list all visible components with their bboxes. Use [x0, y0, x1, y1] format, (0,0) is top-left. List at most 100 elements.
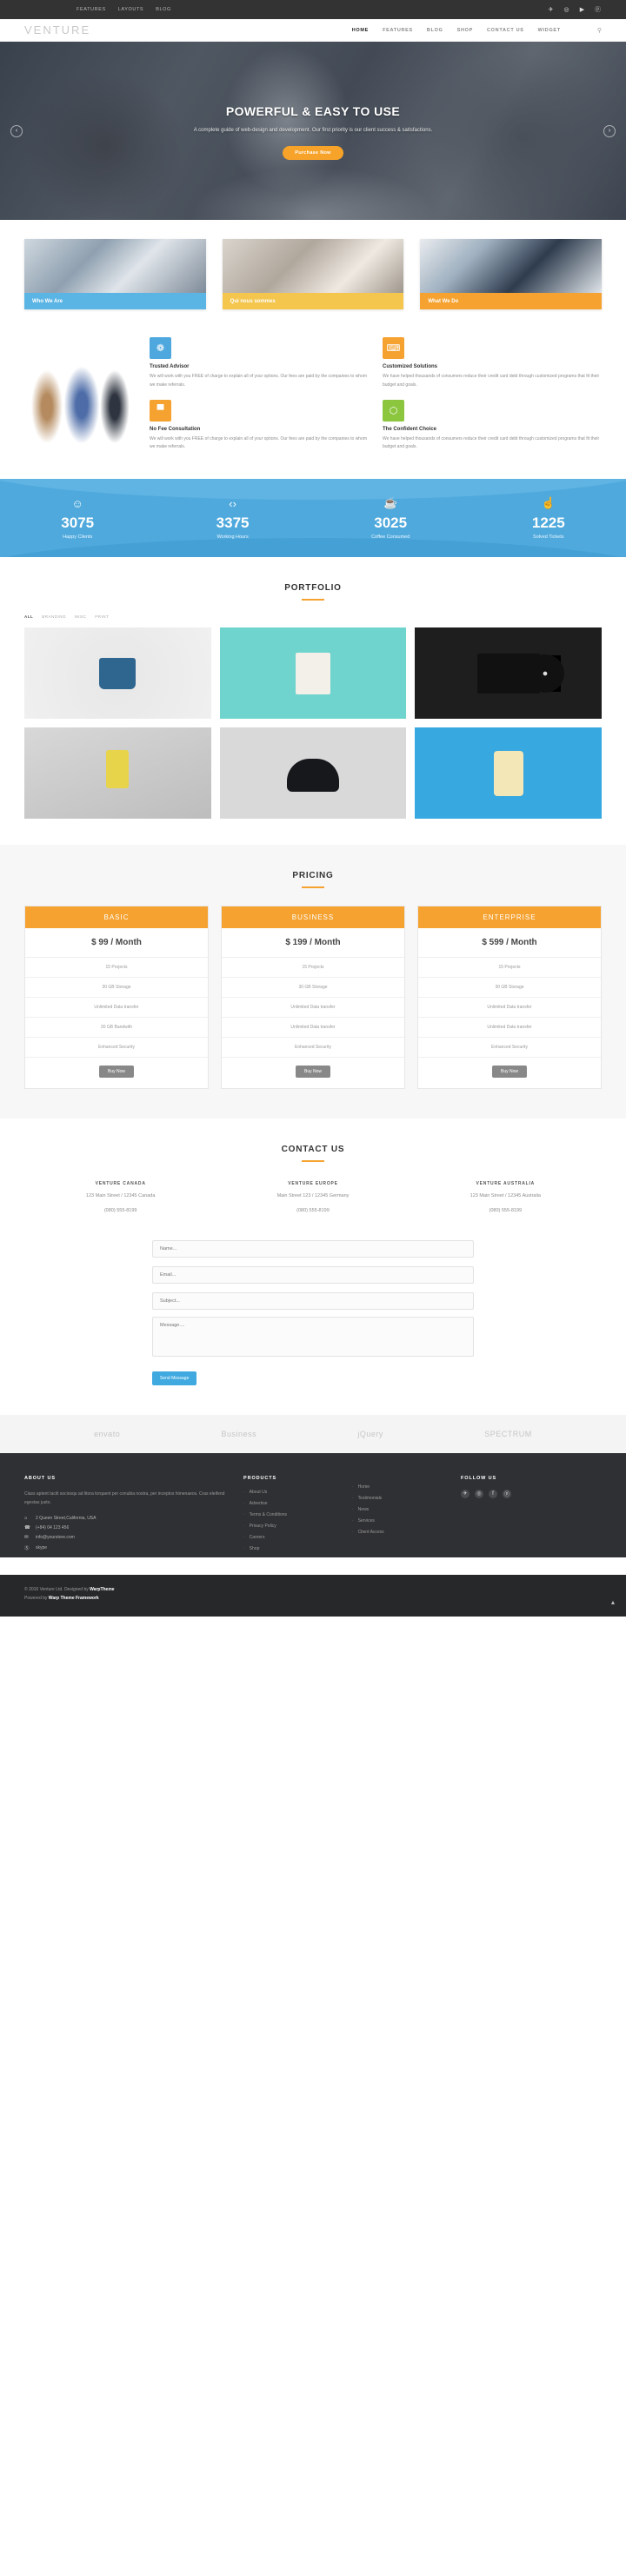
portfolio-item-snapback-cap[interactable] [219, 727, 407, 819]
instagram-icon[interactable]: ◎ [475, 1489, 483, 1498]
buy-now-button[interactable]: Buy Now [491, 1066, 527, 1078]
search-icon[interactable]: ⚲ [597, 27, 602, 34]
card-who-we-are[interactable]: Who We Are [24, 239, 206, 309]
portfolio-item-enamel-mug[interactable] [24, 627, 211, 719]
footer-link-terms[interactable]: Terms & Conditions [243, 1512, 335, 1517]
feature-title: The Confident Choice [383, 426, 436, 432]
footer-link-careers[interactable]: Careers [243, 1535, 335, 1540]
filter-print[interactable]: PRINT [95, 614, 109, 619]
feature-title: Trusted Advisor [150, 364, 190, 369]
filter-all[interactable]: ALL [24, 614, 33, 619]
card-image [222, 239, 404, 293]
email-input[interactable] [152, 1265, 474, 1284]
feature-no-fee-consultation: ▀ No Fee Consultation We will work with … [150, 399, 369, 455]
footer-link-shop[interactable]: Shop [243, 1546, 335, 1551]
top-link-blog[interactable]: BLOG [156, 7, 171, 12]
plan-price: $ 199 / Month [222, 928, 404, 958]
footer-link-advertise[interactable]: Advertise [243, 1501, 335, 1506]
footer-link-testimonials[interactable]: Testimonials [352, 1496, 443, 1501]
plan-name: BUSINESS [222, 906, 404, 928]
warptheme-link[interactable]: WarpTheme [90, 1587, 114, 1592]
filter-misc[interactable]: MISC [75, 614, 86, 619]
powered-prefix: Powered by [24, 1595, 49, 1601]
buy-now-button[interactable]: Buy Now [295, 1066, 330, 1078]
instagram-icon[interactable]: ◎ [563, 6, 570, 14]
footer-link-services[interactable]: Services [352, 1518, 443, 1524]
purchase-now-button[interactable]: Purchase Now [283, 146, 343, 161]
target-icon: ❁ [150, 337, 171, 359]
footer-phone: (+84) 04 123 456 [36, 1524, 70, 1530]
nav-item-home[interactable]: HOME [352, 28, 369, 33]
top-link-layouts[interactable]: LAYOUTS [118, 7, 143, 12]
plan-feature: Enhanced Security [25, 1038, 208, 1058]
chat-icon: ⌨ [383, 337, 404, 359]
twitter-icon[interactable]: ✈ [461, 1489, 470, 1498]
card-caption: Who We Are [24, 293, 206, 309]
nav-item-widget[interactable]: WIDGET [538, 28, 561, 33]
footer-products: PRODUCTS About Us Advertise Terms & Cond… [243, 1476, 335, 1557]
skype-icon: Ⓢ [24, 1545, 30, 1551]
facebook-icon[interactable]: f [489, 1489, 497, 1498]
filter-branding[interactable]: BRANDING [42, 614, 66, 619]
counter-coffee-consumed: ☕ 3025 Coffee Consumed [371, 496, 410, 540]
nav-item-contact-us[interactable]: CONTACT US [487, 28, 524, 33]
footer-skype-row[interactable]: Ⓢ skype [24, 1544, 226, 1551]
plan-feature: Unlimited Data transfer [418, 998, 601, 1018]
footer-link-privacy-policy[interactable]: Privacy Policy [243, 1524, 335, 1529]
footer-link-about-us[interactable]: About Us [243, 1490, 335, 1495]
feature-trusted-advisor: ❁ Trusted Advisor We will work with you … [150, 337, 369, 393]
name-input[interactable] [152, 1239, 474, 1258]
message-textarea[interactable] [152, 1316, 474, 1357]
office-venture-europe: VENTURE EUROPE Main Street 123 / 12345 G… [216, 1181, 409, 1216]
footer-link-home[interactable]: Home [352, 1484, 443, 1490]
warp-framework-link[interactable]: Warp Theme Framework [49, 1596, 99, 1601]
pricing-plans: BASIC $ 99 / Month 15 Projects 30 GB Sto… [0, 906, 626, 1089]
counter-solved-tickets: ☝ 1225 Solved Tickets [532, 496, 565, 540]
nav-item-features[interactable]: FEATURES [383, 28, 413, 33]
footer-link-client-access[interactable]: Client Access [352, 1530, 443, 1535]
top-link-features[interactable]: FEATURES [77, 7, 106, 12]
nav-item-shop[interactable]: SHOP [457, 28, 473, 33]
nav-item-blog[interactable]: BLOG [427, 28, 443, 33]
portfolio-item-vinyl-record[interactable] [415, 627, 602, 719]
footer-social-icons: ✈ ◎ f ⓟ [461, 1489, 565, 1498]
plan-feature: Unlimited Data transfer [418, 1018, 601, 1038]
card-what-we-do[interactable]: What We Do [420, 239, 603, 309]
plan-features: 15 Projects 30 GB Storage Unlimited Data… [418, 958, 601, 1058]
subject-input[interactable] [152, 1291, 474, 1310]
footer-email-row[interactable]: ✉ info@yourstore.com [24, 1535, 226, 1540]
counter-value: 1225 [531, 515, 565, 531]
copyright-prefix: © 2016 Venture Ltd. Designed by [24, 1586, 90, 1592]
pinterest-icon[interactable]: ⓟ [594, 6, 602, 14]
site-logo[interactable]: VENTURE [24, 23, 90, 37]
youtube-icon[interactable]: ▶ [578, 6, 586, 14]
office-venture-canada: VENTURE CANADA 123 Main Street / 12345 C… [24, 1181, 216, 1216]
plan-feature: 15 Projects [25, 958, 208, 978]
portfolio-item-tote-bag[interactable] [219, 627, 407, 719]
footer-link-news[interactable]: News [352, 1507, 443, 1512]
card-caption: What We Do [420, 293, 603, 309]
feature-cards: Who We Are Qui nous sommes What We Do [0, 220, 626, 309]
top-utility-bar: FEATURES LAYOUTS BLOG ✈ ◎ ▶ ⓟ [0, 0, 626, 19]
slider-prev-button[interactable]: ‹ [10, 124, 23, 137]
copyright-line-1: © 2016 Venture Ltd. Designed by WarpThem… [24, 1585, 602, 1594]
card-qui-nous-sommes[interactable]: Qui nous sommes [222, 239, 404, 309]
pinterest-icon[interactable]: ⓟ [503, 1489, 511, 1498]
logo-spectrum: SPECTRUM [484, 1429, 532, 1438]
twitter-icon[interactable]: ✈ [547, 6, 555, 14]
portfolio-item-plastic-pouch[interactable] [415, 727, 602, 819]
scroll-to-top-button[interactable]: ▲ [609, 1599, 617, 1608]
portfolio-item-coffee-cup[interactable] [24, 727, 211, 819]
counter-value: 3375 [216, 514, 250, 531]
plan-feature: 15 Projects [418, 958, 601, 978]
plan-features: 15 Projects 30 GB Storage Unlimited Data… [222, 958, 404, 1058]
slider-next-button[interactable]: › [603, 124, 616, 137]
plan-price: $ 599 / Month [418, 928, 601, 958]
feature-title: Customized Solutions [383, 364, 437, 369]
send-message-button[interactable]: Send Message [152, 1371, 197, 1385]
buy-now-button[interactable]: Buy Now [98, 1066, 134, 1078]
office-phone: (080) 555-8199 [103, 1207, 137, 1213]
pricing-header: PRICING [0, 871, 626, 888]
thumbs-up-icon: ☝ [541, 496, 556, 509]
hero-content: POWERFUL & EASY TO USE A complete guide … [0, 42, 626, 161]
